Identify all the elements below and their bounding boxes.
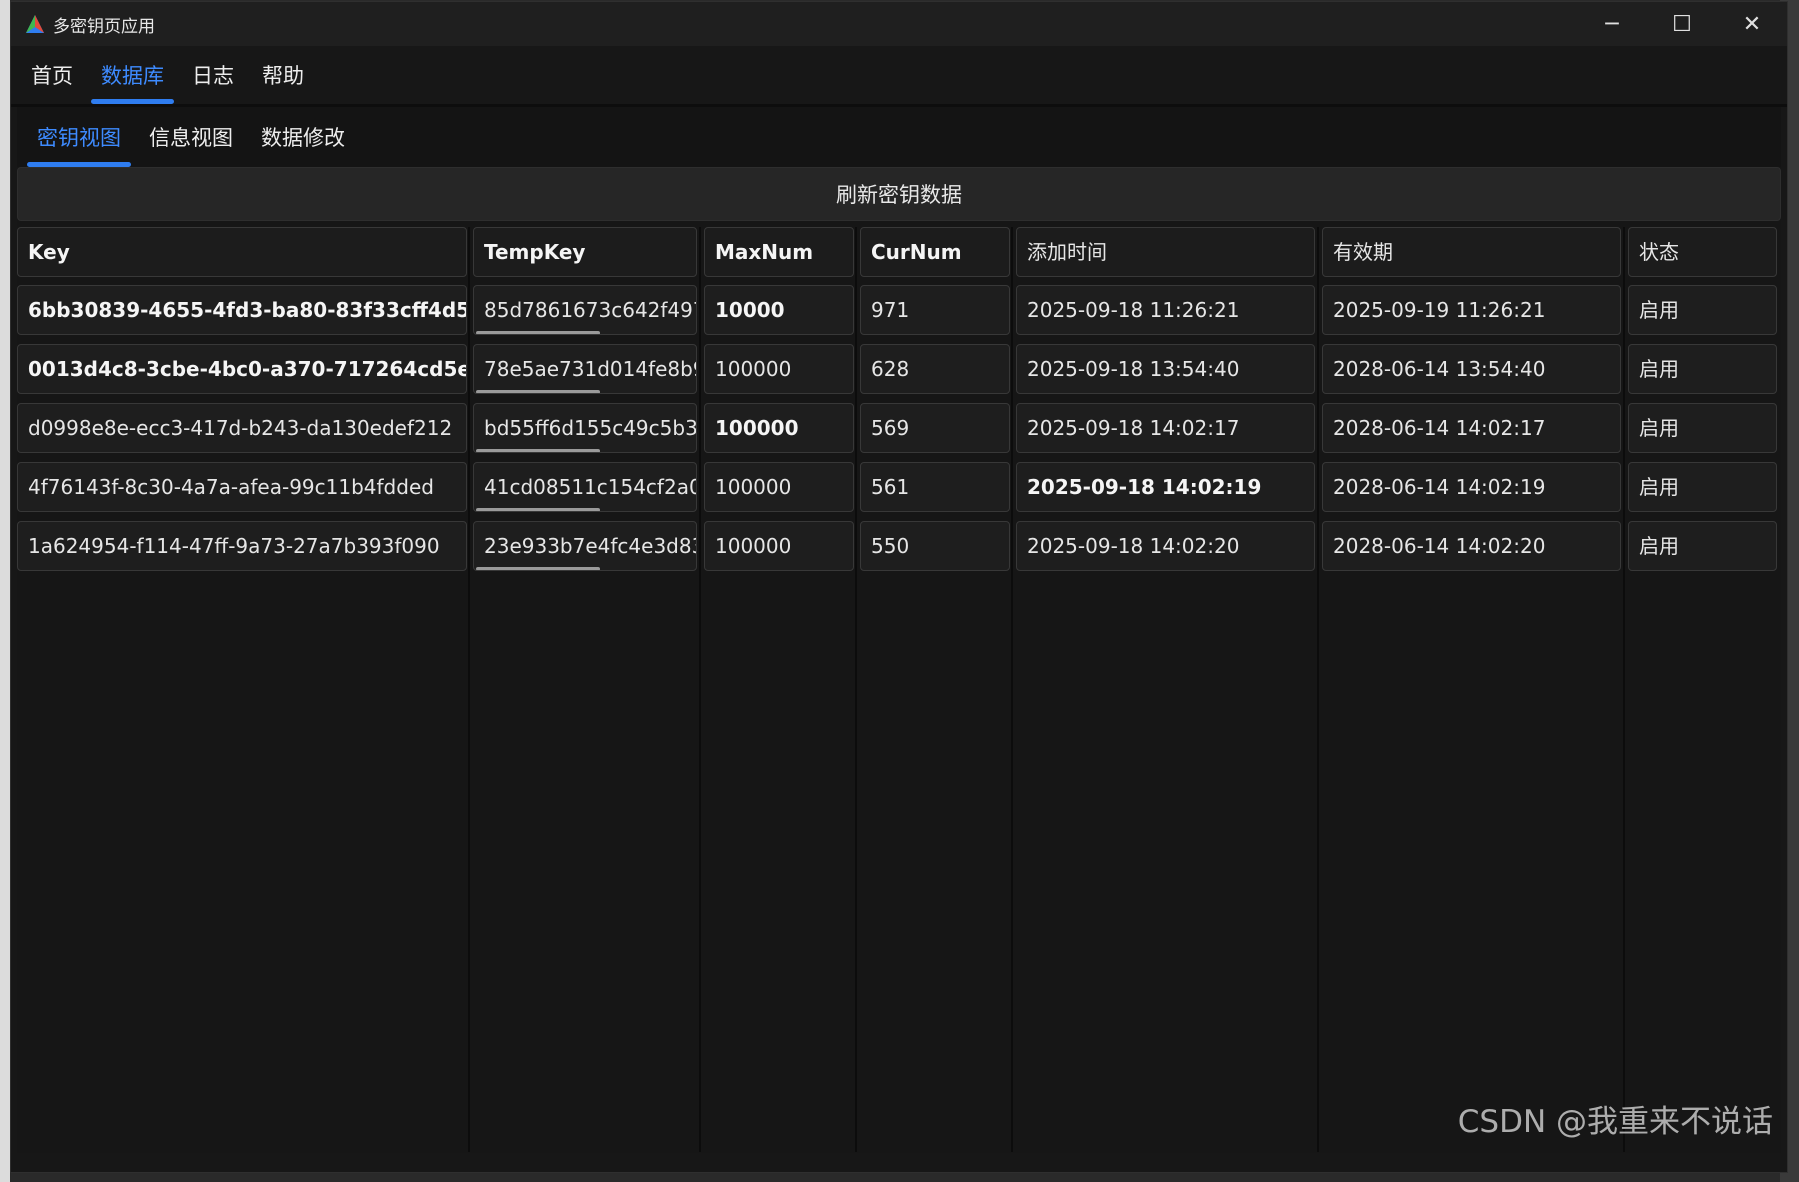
status-cell[interactable]: 启用 bbox=[1628, 462, 1777, 512]
window-title: 多密钥页应用 bbox=[53, 16, 155, 37]
expiry-cell[interactable]: 2028-06-14 13:54:40 bbox=[1322, 344, 1621, 394]
close-button[interactable]: ✕ bbox=[1717, 2, 1787, 46]
expiry-cell[interactable]: 2028-06-14 14:02:20 bbox=[1322, 521, 1621, 571]
maxnum-cell[interactable]: 100000 bbox=[704, 403, 854, 453]
sub-tab-bar: 密钥视图 信息视图 数据修改 bbox=[17, 107, 1781, 167]
maxnum-cell[interactable]: 100000 bbox=[704, 462, 854, 512]
tab-home[interactable]: 首页 bbox=[17, 46, 87, 104]
horizontal-scrollbar[interactable] bbox=[476, 331, 600, 334]
tab-info-view[interactable]: 信息视图 bbox=[135, 107, 247, 167]
main-tab-bar: 首页 数据库 日志 帮助 bbox=[11, 46, 1787, 104]
status-cell[interactable]: 启用 bbox=[1628, 344, 1777, 394]
tempkey-text: 23e933b7e4fc4e3d83a bbox=[484, 534, 697, 558]
tempkey-text: bd55ff6d155c49c5b3c bbox=[484, 416, 697, 440]
tab-label: 帮助 bbox=[262, 64, 304, 88]
added-time-cell[interactable]: 2025-09-18 14:02:17 bbox=[1016, 403, 1315, 453]
expiry-cell[interactable]: 2028-06-14 14:02:19 bbox=[1322, 462, 1621, 512]
header-maxnum[interactable]: MaxNum bbox=[704, 227, 854, 277]
curnum-cell[interactable]: 971 bbox=[860, 285, 1010, 335]
minimize-button[interactable]: ─ bbox=[1577, 2, 1647, 46]
header-curnum[interactable]: CurNum bbox=[860, 227, 1010, 277]
key-view-panel: 刷新密钥数据 Key TempKey MaxNum CurNum 添加时间 有效… bbox=[17, 167, 1781, 1153]
added-time-cell[interactable]: 2025-09-18 13:54:40 bbox=[1016, 344, 1315, 394]
tab-label: 数据修改 bbox=[261, 126, 345, 150]
key-cell[interactable]: 1a624954-f114-47ff-9a73-27a7b393f090 bbox=[17, 521, 467, 571]
tab-label: 密钥视图 bbox=[37, 126, 121, 150]
horizontal-scrollbar[interactable] bbox=[476, 508, 600, 511]
status-cell[interactable]: 启用 bbox=[1628, 521, 1777, 571]
header-status[interactable]: 状态 bbox=[1628, 227, 1777, 277]
header-expiry[interactable]: 有效期 bbox=[1322, 227, 1621, 277]
maxnum-cell[interactable]: 100000 bbox=[704, 521, 854, 571]
tempkey-text: 85d7861673c642f497c bbox=[484, 298, 697, 322]
column-separator[interactable] bbox=[855, 227, 857, 1152]
app-logo-icon bbox=[26, 15, 44, 33]
curnum-cell[interactable]: 561 bbox=[860, 462, 1010, 512]
close-icon: ✕ bbox=[1742, 11, 1762, 37]
key-cell[interactable]: d0998e8e-ecc3-417d-b243-da130edef212 bbox=[17, 403, 467, 453]
tab-data-edit[interactable]: 数据修改 bbox=[247, 107, 359, 167]
tab-label: 信息视图 bbox=[149, 126, 233, 150]
status-cell[interactable]: 启用 bbox=[1628, 285, 1777, 335]
maximize-icon: ☐ bbox=[1672, 11, 1692, 37]
tempkey-cell[interactable]: 85d7861673c642f497c bbox=[473, 285, 697, 335]
expiry-cell[interactable]: 2025-09-19 11:26:21 bbox=[1322, 285, 1621, 335]
minimize-icon: ─ bbox=[1605, 11, 1619, 37]
tempkey-cell[interactable]: 78e5ae731d014fe8b9 bbox=[473, 344, 697, 394]
tempkey-cell[interactable]: 23e933b7e4fc4e3d83a bbox=[473, 521, 697, 571]
app-window: 多密钥页应用 ─ ☐ ✕ 首页 数据库 日志 帮助 密钥视图 信息视图 数据修改… bbox=[10, 1, 1788, 1173]
tempkey-text: 41cd08511c154cf2a0b bbox=[484, 475, 697, 499]
tab-log[interactable]: 日志 bbox=[178, 46, 248, 104]
column-separator[interactable] bbox=[1317, 227, 1319, 1152]
horizontal-scrollbar[interactable] bbox=[476, 390, 600, 393]
key-table: Key TempKey MaxNum CurNum 添加时间 有效期 状态 6b… bbox=[17, 227, 1781, 1152]
tab-label: 数据库 bbox=[101, 64, 164, 88]
tab-database[interactable]: 数据库 bbox=[87, 46, 178, 104]
horizontal-scrollbar[interactable] bbox=[476, 449, 600, 452]
key-cell[interactable]: 6bb30839-4655-4fd3-ba80-83f33cff4d50 bbox=[17, 285, 467, 335]
added-time-cell[interactable]: 2025-09-18 14:02:19 bbox=[1016, 462, 1315, 512]
column-separator[interactable] bbox=[1011, 227, 1013, 1152]
column-separator[interactable] bbox=[468, 227, 470, 1152]
column-separator[interactable] bbox=[1623, 227, 1625, 1152]
tab-key-view[interactable]: 密钥视图 bbox=[23, 107, 135, 167]
tempkey-text: 78e5ae731d014fe8b9 bbox=[484, 357, 697, 381]
window-controls: ─ ☐ ✕ bbox=[1577, 2, 1787, 46]
column-separator[interactable] bbox=[699, 227, 701, 1152]
header-added-time[interactable]: 添加时间 bbox=[1016, 227, 1315, 277]
curnum-cell[interactable]: 569 bbox=[860, 403, 1010, 453]
header-tempkey[interactable]: TempKey bbox=[473, 227, 697, 277]
tempkey-cell[interactable]: 41cd08511c154cf2a0b bbox=[473, 462, 697, 512]
horizontal-scrollbar[interactable] bbox=[476, 567, 600, 570]
expiry-cell[interactable]: 2028-06-14 14:02:17 bbox=[1322, 403, 1621, 453]
maxnum-cell[interactable]: 100000 bbox=[704, 344, 854, 394]
watermark-text: CSDN @我重来不说话 bbox=[1457, 1104, 1773, 1140]
tempkey-cell[interactable]: bd55ff6d155c49c5b3c bbox=[473, 403, 697, 453]
added-time-cell[interactable]: 2025-09-18 11:26:21 bbox=[1016, 285, 1315, 335]
key-cell[interactable]: 0013d4c8-3cbe-4bc0-a370-717264cd5ee9 bbox=[17, 344, 467, 394]
tab-help[interactable]: 帮助 bbox=[248, 46, 318, 104]
desktop-background-left bbox=[0, 0, 10, 1182]
title-bar[interactable]: 多密钥页应用 ─ ☐ ✕ bbox=[11, 2, 1787, 46]
refresh-keys-button[interactable]: 刷新密钥数据 bbox=[17, 167, 1781, 221]
status-cell[interactable]: 启用 bbox=[1628, 403, 1777, 453]
header-key[interactable]: Key bbox=[17, 227, 467, 277]
added-time-cell[interactable]: 2025-09-18 14:02:20 bbox=[1016, 521, 1315, 571]
tab-label: 首页 bbox=[31, 64, 73, 88]
maximize-button[interactable]: ☐ bbox=[1647, 2, 1717, 46]
curnum-cell[interactable]: 550 bbox=[860, 521, 1010, 571]
key-cell[interactable]: 4f76143f-8c30-4a7a-afea-99c11b4fdded bbox=[17, 462, 467, 512]
curnum-cell[interactable]: 628 bbox=[860, 344, 1010, 394]
active-tab-indicator bbox=[91, 99, 174, 104]
maxnum-cell[interactable]: 10000 bbox=[704, 285, 854, 335]
tab-label: 日志 bbox=[192, 64, 234, 88]
